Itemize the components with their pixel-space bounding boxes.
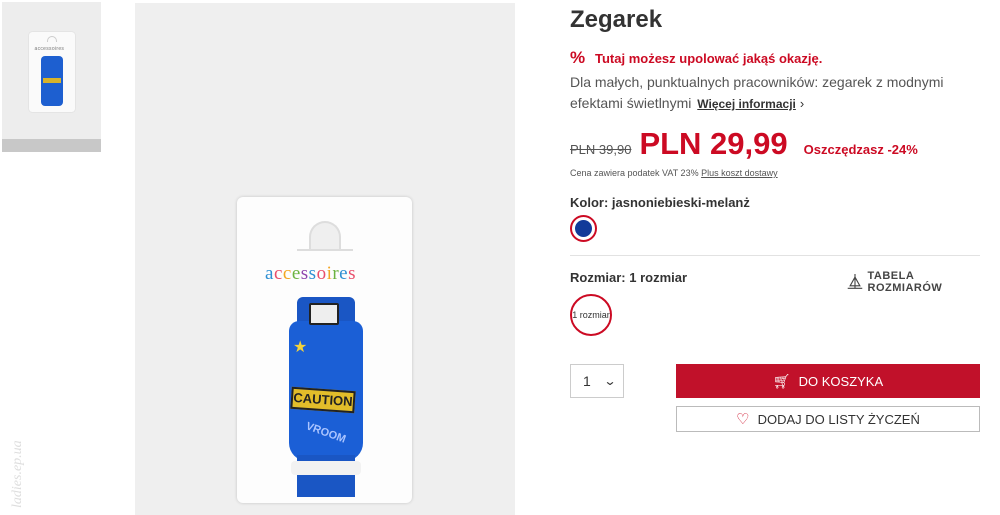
promo-text: Tutaj możesz upolować jakąś okazję. [595, 50, 823, 66]
add-to-wishlist-label: DODAJ DO LISTY ŻYCZEŃ [757, 411, 920, 427]
color-swatch[interactable] [570, 215, 597, 242]
quantity-select[interactable]: 1 ⌄ [570, 364, 624, 398]
old-price: PLN 39,90 [570, 142, 632, 157]
watch-image: ★ CAUTION VROOM [289, 297, 363, 497]
price-row: PLN 39,90 PLN 29,99 Oszczędzasz -24% [570, 126, 918, 162]
promo-banner: % Tutaj możesz upolować jakąś okazję. [570, 48, 822, 68]
size-option-button[interactable]: 1 rozmiar [570, 294, 612, 336]
divider [570, 255, 980, 256]
watch-package-card: accessoires ★ CAUTION VROOM [237, 197, 412, 503]
caution-label: CAUTION [290, 386, 356, 414]
savings-badge: Oszczędzasz -24% [803, 142, 918, 157]
shipping-cost-link[interactable]: Plus koszt dostawy [701, 168, 778, 178]
product-thumbnail[interactable]: accessoires [2, 2, 101, 142]
chevron-down-icon: ⌄ [603, 374, 617, 388]
thumbnail-active-indicator [2, 139, 101, 152]
product-title: Zegarek [570, 6, 663, 33]
add-to-wishlist-button[interactable]: ♡ DODAJ DO LISTY ŻYCZEŃ [676, 406, 980, 432]
tax-text: Cena zawiera podatek VAT 23% [570, 168, 699, 178]
more-info-link[interactable]: Więcej informacji [697, 97, 796, 111]
add-to-cart-button[interactable]: 🛒︎ DO KOSZYKA [676, 364, 980, 398]
watermark: ladies.ep.ua [10, 440, 25, 508]
size-label: Rozmiar: 1 rozmiar [570, 270, 688, 285]
chevron-right-icon[interactable]: › [800, 96, 804, 111]
color-label: Kolor: jasnoniebieski-melanż [570, 195, 750, 210]
size-table-link[interactable]: ⏅ TABELA ROZMIARÓW [848, 270, 982, 294]
thumbnail-card-image: accessoires [28, 32, 75, 112]
hanger-icon: ⏅ [848, 274, 863, 290]
tax-info: Cena zawiera podatek VAT 23% Plus koszt … [570, 168, 778, 178]
heart-icon: ♡ [736, 411, 750, 428]
add-to-cart-label: DO KOSZYKA [798, 373, 884, 389]
quantity-value: 1 [583, 373, 591, 389]
star-icon: ★ [293, 339, 308, 356]
cart-icon: 🛒︎ [772, 372, 791, 389]
truck-graphic [309, 303, 339, 325]
percent-icon: % [570, 48, 586, 67]
main-product-image[interactable]: accessoires ★ CAUTION VROOM [135, 3, 515, 515]
product-description: Dla małych, punktualnych pracowników: ze… [570, 72, 970, 115]
current-price: PLN 29,99 [639, 126, 788, 161]
color-swatch-dot [575, 220, 592, 237]
size-table-label: TABELA ROZMIARÓW [867, 270, 943, 294]
brand-logo: accessoires [265, 263, 357, 284]
